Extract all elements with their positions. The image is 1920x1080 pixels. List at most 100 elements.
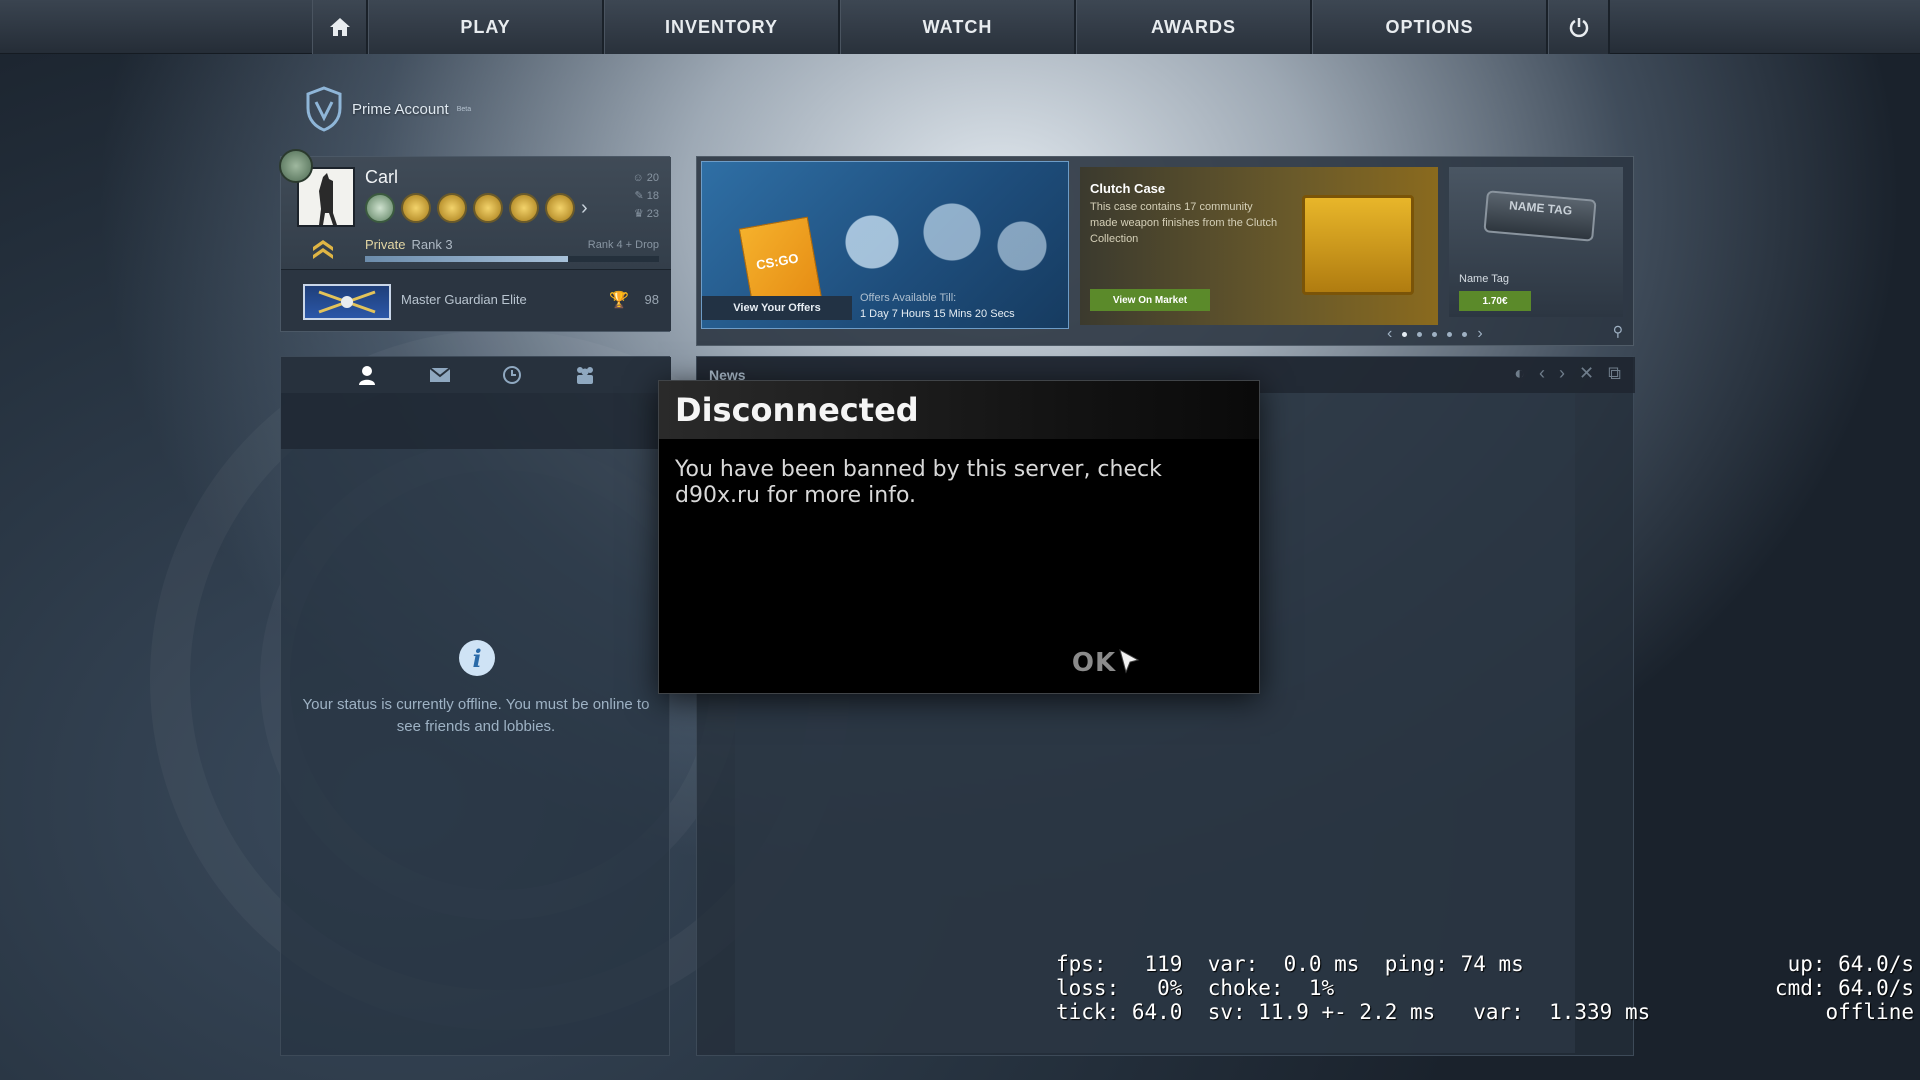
clutch-case-description: This case contains 17 community made wea… [1090,201,1278,245]
offer-panel[interactable]: CS:GO View Your Offers Offers Available … [701,161,1069,329]
prime-shield-icon [306,86,342,132]
home-icon [329,18,350,36]
rank-chevron-icon [313,240,333,259]
service-coin-icon [279,149,313,183]
mail-icon [429,367,451,382]
mouse-cursor-icon [1119,648,1140,674]
commendation-stats: ☺ 20 ✎ 18 ♛ 23 [632,169,659,223]
news-toolbar: ◐ ‹ › ✕ ⧉ [1514,363,1621,384]
rank-title: Private [365,237,406,252]
store-carousel: ‹ › [1387,325,1483,343]
power-button[interactable] [1548,0,1610,54]
chevron-right-icon[interactable]: › [1477,325,1482,343]
rank-number: Rank 3 [411,237,453,252]
store-banner: CS:GO View Your Offers Offers Available … [696,156,1634,346]
tab-mail[interactable] [425,360,455,390]
name-tag-panel[interactable]: NAME TAG Name Tag 1.70€ [1449,167,1623,317]
nav-options-button[interactable]: OPTIONS [1312,0,1548,54]
net-graph: fps: 119 var: 0.0 ms ping: 74 ms loss: 0%… [1056,952,1650,1024]
external-link-icon[interactable]: ⧉ [1608,363,1621,384]
back-icon[interactable]: ‹ [1539,363,1545,384]
forward-icon[interactable]: › [1559,363,1565,384]
chevron-right-icon[interactable]: › [581,197,588,220]
dialog-header: Disconnected [659,381,1259,439]
teacher-stat: ✎ 18 [634,190,659,202]
clutch-case-image [1302,195,1414,295]
medal-icon[interactable] [437,193,467,223]
skill-group-badge-icon [303,284,391,320]
rank-drop-label: Rank 4 + Drop [587,239,659,251]
clutch-case-title: Clutch Case [1090,181,1166,196]
rank-line: Private Rank 3 [365,237,453,252]
view-offers-button[interactable]: View Your Offers [702,296,852,320]
carousel-dot[interactable] [1417,331,1423,337]
trophy-icon: 🏆 [609,292,629,309]
friends-panel: i Your status is currently offline. You … [280,356,671,1056]
dialog-title: Disconnected [675,391,919,429]
crossed-rifles-icon [318,290,376,314]
medal-icon[interactable] [545,193,575,223]
tab-lobbies[interactable] [570,360,600,390]
nav-awards-button[interactable]: AWARDS [1076,0,1312,54]
carousel-dot[interactable] [1432,331,1438,337]
close-icon[interactable]: ✕ [1579,363,1594,384]
group-icon [576,367,593,384]
net-graph-up: up: 64.0/s [1787,952,1914,976]
nav-fill [1610,0,1920,53]
player-name: Carl [365,167,399,187]
prime-account[interactable]: Prime Account Beta [304,86,471,132]
net-graph-rates: up: 64.0/s cmd: 64.0/s offline [1775,952,1914,1024]
friends-tabs [281,357,671,393]
offer-till-label: Offers Available Till: [860,292,957,304]
carousel-dot[interactable] [1402,331,1408,337]
skill-group-row: Master Guardian Elite 🏆 98 [281,269,671,331]
carousel-dot[interactable] [1447,331,1453,337]
medal-icon[interactable] [473,193,503,223]
clutch-case-panel[interactable]: Clutch Case This case contains 17 commun… [1080,167,1438,325]
prime-label: Prime Account [352,100,449,118]
top-navigation: PLAY INVENTORY WATCH AWARDS OPTIONS [0,0,1920,54]
tab-history[interactable] [497,360,527,390]
chevron-left-icon[interactable]: ‹ [1387,325,1392,343]
nav-inventory-button[interactable]: INVENTORY [604,0,840,54]
name-tag-price-button[interactable]: 1.70€ [1459,291,1531,311]
dialog-message: You have been banned by this server, che… [675,457,1162,508]
net-graph-line: loss: 0% choke: 1% [1056,976,1335,1000]
net-graph-line: tick: 64.0 sv: 11.9 +- 2.2 ms var: 1.339… [1056,1000,1651,1024]
xp-progress-fill [365,256,568,262]
medal-icon[interactable] [509,193,539,223]
net-graph-cmd: cmd: 64.0/s [1774,976,1914,1000]
disconnected-dialog: Disconnected You have been banned by thi… [658,380,1260,694]
sticker-globes-image [832,202,1062,292]
friends-subheader [281,393,671,449]
power-icon [1569,18,1588,38]
profile-card: Carl › ☺ 20 ✎ 18 ♛ 23 Private Rank 3 Rank… [279,149,671,332]
nav-watch-button[interactable]: WATCH [840,0,1076,54]
tab-friends[interactable] [352,360,382,390]
medal-icon[interactable] [365,193,395,223]
nav-spacer-left [0,0,312,54]
offline-message: Your status is currently offline. You mu… [302,696,650,735]
offer-till-time: 1 Day 7 Hours 15 Mins 20 Secs [860,308,1015,320]
info-icon: i [459,640,495,676]
net-graph-line: fps: 119 var: 0.0 ms ping: 74 ms [1056,952,1524,976]
view-on-market-button[interactable]: View On Market [1090,289,1210,311]
name-tag-image: NAME TAG [1483,190,1597,242]
nav-play-button[interactable]: PLAY [368,0,604,54]
leader-stat: ♛ 23 [633,208,659,220]
net-graph-status: offline [1825,1000,1914,1024]
loading-icon: ◐ [1514,363,1526,383]
offer-timer: Offers Available Till: 1 Day 7 Hours 15 … [860,290,1015,322]
person-icon [359,366,376,385]
medal-row[interactable]: › [365,193,588,223]
medal-icon[interactable] [401,193,431,223]
prime-beta-label: Beta [456,105,472,113]
friendly-stat: ☺ 20 [632,172,659,184]
home-button[interactable] [312,0,368,54]
skill-group-name: Master Guardian Elite [401,292,527,307]
xp-progress-bar [365,256,659,262]
clock-icon [503,366,522,384]
profile-header: Carl › ☺ 20 ✎ 18 ♛ 23 Private Rank 3 Rank… [279,149,671,269]
search-icon[interactable]: ⚲ [1613,323,1623,340]
carousel-dot[interactable] [1462,331,1468,337]
